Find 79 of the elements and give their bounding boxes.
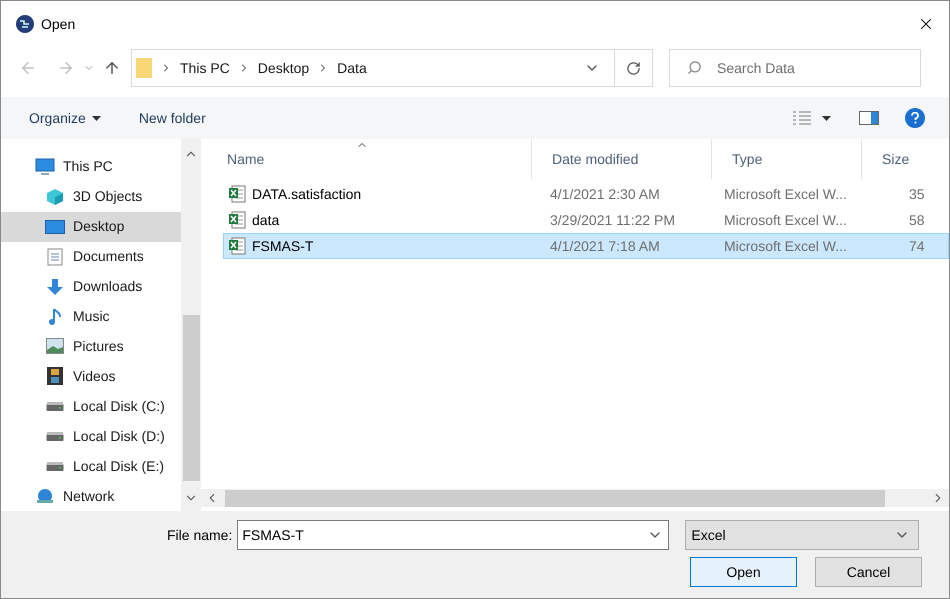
column-header[interactable]: Date modified	[532, 139, 712, 179]
caret-icon	[822, 116, 831, 120]
sidebar-item[interactable]: Music	[1, 302, 181, 332]
file-name-label: File name:	[167, 526, 232, 544]
scrollbar-thumb[interactable]	[182, 315, 200, 481]
sidebar-item[interactable]: This PC	[1, 152, 181, 182]
file-name-field[interactable]: FSMAS-T	[237, 520, 670, 550]
column-header[interactable]: Size	[862, 139, 937, 179]
horizontal-scrollbar[interactable]	[201, 489, 949, 507]
spreadsheet-icon	[228, 185, 246, 203]
date-cell-text: 4/1/2021 2:30 AM	[549, 184, 661, 204]
column-header[interactable]: Type	[712, 139, 862, 179]
preview-pane-button[interactable]	[859, 111, 879, 125]
view-options-button[interactable]	[792, 111, 831, 125]
address-bar[interactable]: This PC Desktop Data	[131, 49, 653, 87]
picture-icon	[46, 338, 64, 354]
refresh-icon	[626, 60, 641, 76]
drive-icon	[46, 400, 64, 412]
open-button[interactable]: Open	[690, 557, 797, 587]
drive-icon	[46, 460, 64, 472]
pane-icon	[859, 111, 879, 125]
sidebar-scrollbar[interactable]	[181, 139, 201, 511]
app-icon	[15, 14, 35, 34]
scrollbar-thumb[interactable]	[225, 490, 885, 506]
file-row[interactable]: FSMAS-T 4/1/2021 7:18 AM Microsoft Excel W... 74	[223, 233, 949, 259]
spreadsheet-icon	[228, 237, 246, 255]
help-button[interactable]	[905, 108, 925, 128]
size-cell-text: 58	[908, 210, 924, 230]
type-cell-text: Microsoft Excel W...	[723, 236, 848, 256]
breadcrumb-item[interactable]: This PC	[180, 58, 230, 78]
network-icon	[35, 488, 55, 504]
sidebar-item[interactable]: Network	[1, 481, 181, 511]
spreadsheet-icon	[228, 211, 246, 229]
sidebar-item[interactable]: Desktop	[1, 212, 181, 242]
search-field[interactable]: Search Data	[669, 49, 921, 87]
search-icon	[687, 60, 702, 75]
date-cell-text: 3/29/2021 11:22 PM	[549, 210, 676, 230]
up-button[interactable]	[103, 59, 121, 77]
details-view-icon	[792, 111, 812, 125]
drive-icon	[46, 430, 64, 442]
sidebar-item[interactable]: Documents	[1, 242, 181, 272]
date-cell-text: 4/1/2021 7:18 AM	[549, 236, 661, 256]
film-icon	[47, 367, 63, 386]
sidebar-item[interactable]: Local Disk (D:)	[1, 421, 181, 452]
sidebar-item[interactable]: Downloads	[1, 272, 181, 302]
organize-button[interactable]: Organize	[29, 108, 101, 128]
file-name: FSMAS-T	[252, 236, 314, 256]
caret-icon	[92, 116, 101, 120]
file-row[interactable]: DATA.satisfaction 4/1/2021 2:30 AM Microsoft Excel W... 35	[223, 181, 949, 207]
music-note-icon	[48, 308, 62, 326]
cube-icon	[46, 188, 64, 206]
file-name: data	[252, 210, 280, 230]
forward-arrow-icon	[57, 59, 75, 77]
file-type-dropdown[interactable]: Excel	[685, 520, 920, 550]
new-folder-button[interactable]: New folder	[138, 108, 206, 128]
folder-icon	[136, 58, 152, 78]
type-cell-text: Microsoft Excel W...	[723, 210, 848, 230]
forward-button[interactable]	[57, 59, 75, 77]
desktop-icon	[45, 220, 65, 234]
size-cell-text: 74	[908, 236, 924, 256]
sidebar-item[interactable]: Local Disk (E:)	[1, 451, 181, 482]
file-row[interactable]: data 3/29/2021 11:22 PM Microsoft Excel W... 58	[223, 207, 949, 233]
size-cell-text: 35	[908, 184, 924, 204]
question-mark-icon	[911, 112, 919, 124]
sidebar-item[interactable]: 3D Objects	[1, 182, 181, 212]
breadcrumb-item[interactable]: Desktop	[258, 58, 310, 78]
window-title: Open	[41, 14, 76, 34]
back-button[interactable]	[19, 59, 37, 77]
computer-icon	[35, 158, 55, 176]
cancel-button[interactable]: Cancel	[815, 557, 922, 587]
file-name: DATA.satisfaction	[252, 184, 362, 204]
type-cell-text: Microsoft Excel W...	[723, 184, 848, 204]
column-header[interactable]: Name	[207, 139, 532, 179]
breadcrumb-item[interactable]: Data	[337, 58, 367, 78]
document-icon	[47, 248, 63, 266]
sidebar-item[interactable]: Videos	[1, 361, 181, 392]
down-arrow-icon	[46, 278, 64, 296]
sidebar-item[interactable]: Local Disk (C:)	[1, 391, 181, 422]
sidebar-item[interactable]: Pictures	[1, 332, 181, 362]
